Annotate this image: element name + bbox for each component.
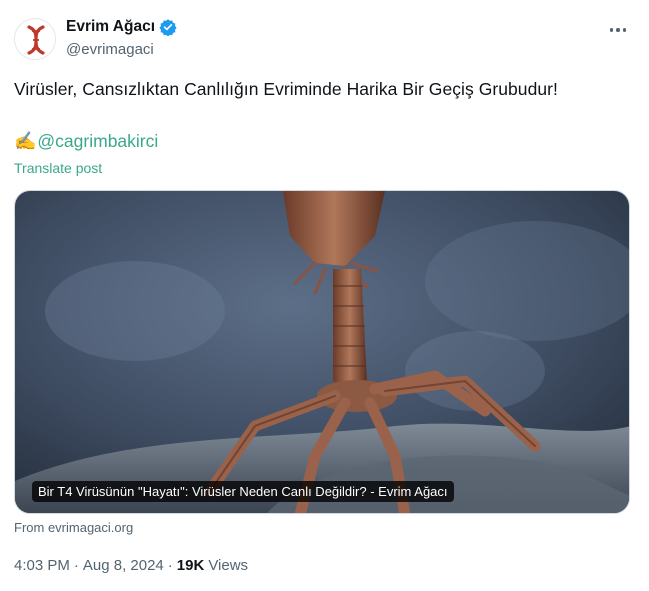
separator: · xyxy=(73,557,79,574)
separator: · xyxy=(167,557,173,574)
link-source[interactable]: From evrimagaci.org xyxy=(14,520,133,535)
name-row: Evrim Ağacı xyxy=(66,18,177,36)
virus-image xyxy=(15,191,629,513)
views-count: 19K xyxy=(176,557,205,574)
dna-logo-icon xyxy=(16,20,55,59)
tweet-text: Virüsler, Cansızlıktan Canlılığın Evrimi… xyxy=(14,79,558,99)
media-caption[interactable]: Bir T4 Virüsünün "Hayatı": Virüsler Nede… xyxy=(32,481,454,502)
post-date[interactable]: Aug 8, 2024 xyxy=(83,557,164,574)
tweet-meta: 4:03 PM · Aug 8, 2024 · 19K Views xyxy=(14,557,248,574)
views-label: Views xyxy=(208,557,249,574)
media-card[interactable]: Bir T4 Virüsünün "Hayatı": Virüsler Nede… xyxy=(14,190,630,514)
avatar[interactable] xyxy=(14,18,56,60)
writing-hand-icon: ✍️ xyxy=(14,131,37,151)
verified-badge-icon[interactable] xyxy=(159,18,177,36)
post-time[interactable]: 4:03 PM xyxy=(14,557,70,574)
mention-line: ✍️ @cagrimbakirci xyxy=(14,131,158,152)
handle[interactable]: @evrimagaci xyxy=(66,41,154,58)
mention-link[interactable]: @cagrimbakirci xyxy=(37,131,158,152)
more-options-icon[interactable] xyxy=(604,18,632,42)
display-name[interactable]: Evrim Ağacı xyxy=(66,18,155,36)
translate-post-link[interactable]: Translate post xyxy=(14,160,102,176)
tweet-header: Evrim Ağacı @evrimagaci xyxy=(14,16,634,64)
